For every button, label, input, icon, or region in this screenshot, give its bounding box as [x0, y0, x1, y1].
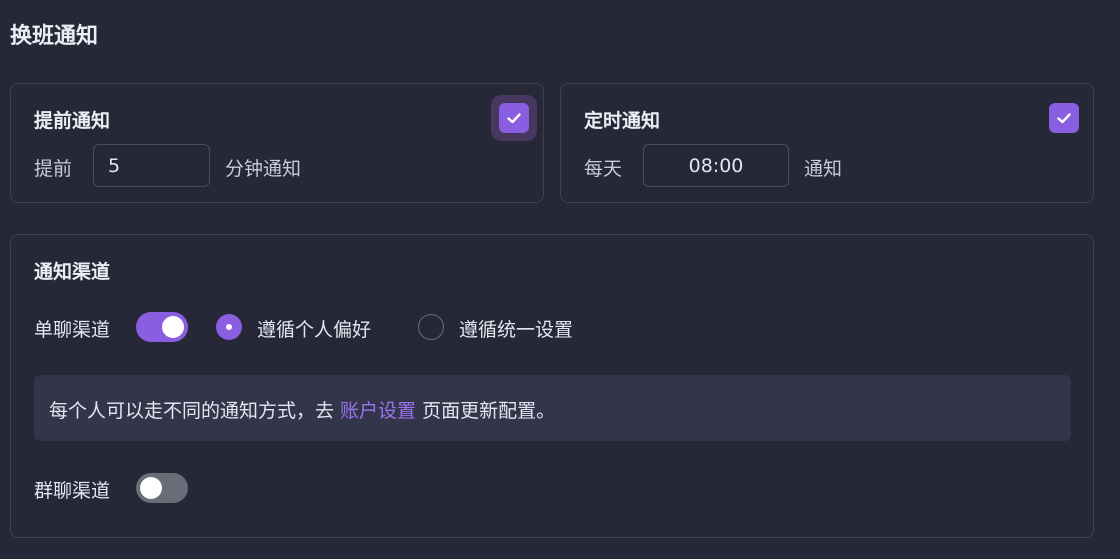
timed-notify-title: 定时通知	[584, 110, 661, 132]
group-chat-toggle[interactable]	[136, 473, 188, 503]
advance-prefix-label: 提前	[34, 158, 73, 180]
notice-box: 每个人可以走不同的通知方式，去 账户设置 页面更新配置。	[34, 375, 1071, 441]
checkmark-icon	[1057, 113, 1071, 124]
radio-unified-setting[interactable]	[418, 314, 444, 340]
advance-minutes-input[interactable]	[93, 144, 210, 187]
radio-personal-preference-label[interactable]: 遵循个人偏好	[257, 315, 371, 342]
advance-notify-checkbox[interactable]	[491, 95, 537, 141]
notice-text: 每个人可以走不同的通知方式，去 账户设置 页面更新配置。	[49, 396, 555, 423]
advance-suffix-label: 分钟通知	[225, 158, 302, 180]
single-chat-toggle[interactable]	[136, 312, 188, 342]
advance-notify-title: 提前通知	[34, 110, 111, 132]
checkmark-icon	[507, 113, 521, 124]
advance-checkbox-box	[499, 103, 529, 133]
timed-time-input[interactable]	[643, 144, 789, 187]
notify-channel-card: 通知渠道 单聊渠道 遵循个人偏好 遵循统一设置 每个人可以走不同的通知方式，去 …	[10, 234, 1094, 538]
radio-personal-preference[interactable]	[216, 314, 242, 340]
toggle-knob	[140, 477, 162, 499]
single-chat-label: 单聊渠道	[34, 319, 111, 341]
timed-prefix-label: 每天	[584, 158, 623, 180]
page-title: 换班通知	[10, 24, 99, 49]
timed-notify-card: 定时通知 每天 通知	[560, 83, 1094, 203]
toggle-knob	[162, 316, 184, 338]
timed-notify-checkbox[interactable]	[1041, 95, 1087, 141]
advance-notify-card: 提前通知 提前 分钟通知	[10, 83, 544, 203]
group-chat-label: 群聊渠道	[34, 480, 111, 502]
account-settings-link[interactable]: 账户设置	[340, 400, 416, 422]
radio-unified-setting-label[interactable]: 遵循统一设置	[459, 315, 573, 342]
timed-checkbox-box	[1049, 103, 1079, 133]
radio-dot	[226, 324, 232, 330]
notify-channel-title: 通知渠道	[34, 261, 111, 283]
notice-text-after: 页面更新配置。	[416, 400, 556, 422]
timed-suffix-label: 通知	[804, 158, 843, 180]
notice-text-before: 每个人可以走不同的通知方式，去	[49, 400, 341, 422]
